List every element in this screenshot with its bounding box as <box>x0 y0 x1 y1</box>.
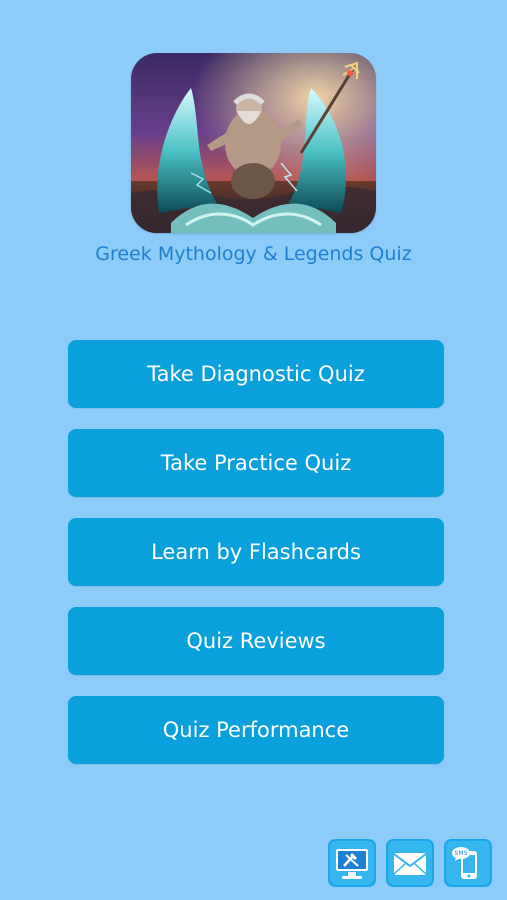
take-practice-quiz-button[interactable]: Take Practice Quiz <box>68 429 444 497</box>
quiz-reviews-button[interactable]: Quiz Reviews <box>68 607 444 675</box>
home-screen: Greek Mythology & Legends Quiz Take Diag… <box>0 0 507 900</box>
sms-icon[interactable]: SMS <box>444 839 492 887</box>
app-title: Greek Mythology & Legends Quiz <box>95 243 412 265</box>
main-menu: Take Diagnostic Quiz Take Practice Quiz … <box>68 340 444 785</box>
app-hero-image <box>131 53 376 233</box>
bottom-toolbar: SMS <box>328 839 494 887</box>
sms-icon-label: SMS <box>455 850 468 857</box>
learn-by-flashcards-button[interactable]: Learn by Flashcards <box>68 518 444 586</box>
quiz-performance-button[interactable]: Quiz Performance <box>68 696 444 764</box>
desktop-tools-icon[interactable] <box>328 839 376 887</box>
take-diagnostic-quiz-button[interactable]: Take Diagnostic Quiz <box>68 340 444 408</box>
mail-icon[interactable] <box>386 839 434 887</box>
